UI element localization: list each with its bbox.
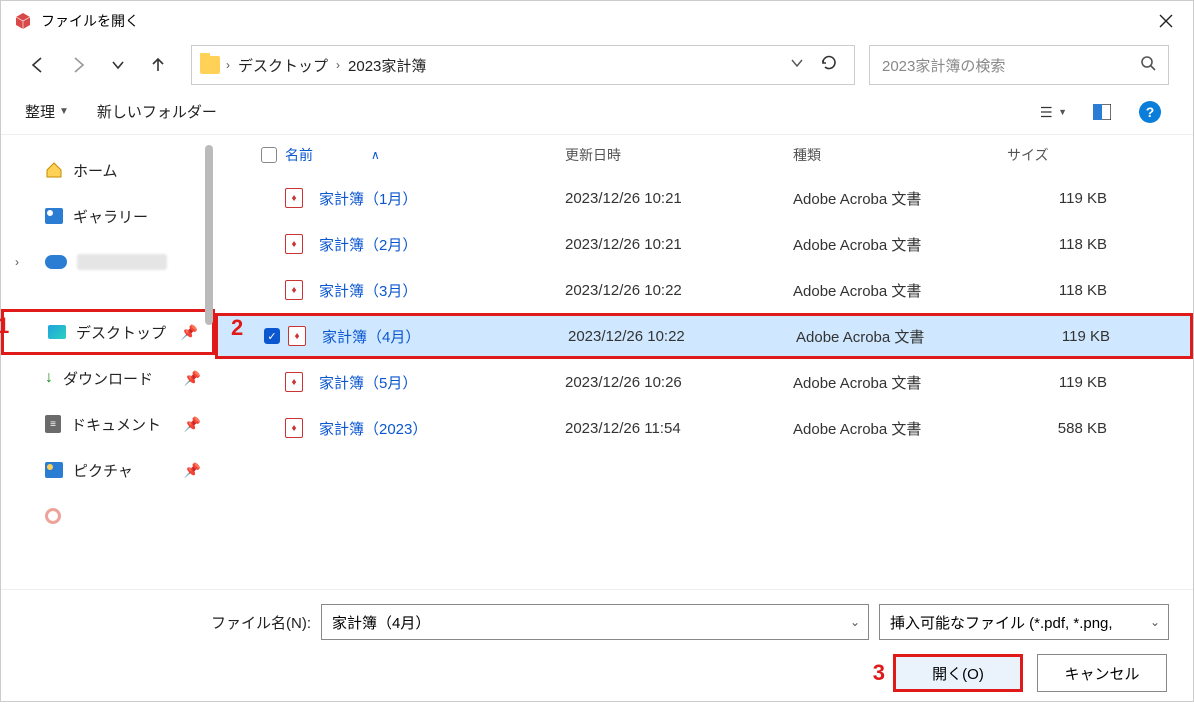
file-row[interactable]: ✓ ♦家計簿（4月） 2023/12/26 10:22 Adobe Acroba… xyxy=(215,313,1193,359)
sidebar-item-pictures[interactable]: ピクチャ 📌 xyxy=(1,447,215,493)
sidebar: ホーム ギャラリー › 1 デスクトップ 📌 ↓ ダウンロード 📌 xyxy=(1,135,215,589)
chevron-down-icon[interactable]: ⌄ xyxy=(1150,615,1160,629)
filetype-select[interactable]: 挿入可能なファイル (*.pdf, *.png, ⌄ xyxy=(879,604,1169,640)
annotation-2: 2 xyxy=(231,315,243,341)
music-icon xyxy=(45,508,61,524)
row-checkbox[interactable]: ✓ xyxy=(264,328,280,344)
filename-input[interactable]: 家計簿（4月） ⌄ xyxy=(321,604,869,640)
titlebar: ファイルを開く xyxy=(1,1,1193,41)
breadcrumb-item[interactable]: 2023家計簿 xyxy=(346,51,428,80)
toolbar: 整理▼ 新しいフォルダー ▼ ? xyxy=(1,89,1193,135)
pin-icon: 📌 xyxy=(184,370,201,387)
search-placeholder: 2023家計簿の検索 xyxy=(882,55,1005,76)
gallery-icon xyxy=(45,208,63,224)
help-button[interactable]: ? xyxy=(1137,99,1163,125)
new-folder-button[interactable]: 新しいフォルダー xyxy=(97,101,217,122)
close-button[interactable] xyxy=(1143,5,1189,37)
back-button[interactable] xyxy=(25,52,51,78)
sidebar-item-music[interactable] xyxy=(1,493,215,539)
filename-label: ファイル名(N): xyxy=(211,612,311,633)
preview-pane-button[interactable] xyxy=(1089,99,1115,125)
home-icon xyxy=(45,162,63,178)
sidebar-label: ギャラリー xyxy=(73,206,148,227)
pdf-icon: ♦ xyxy=(285,234,303,254)
folder-icon xyxy=(200,56,220,74)
dialog-title: ファイルを開く xyxy=(41,11,1181,31)
sidebar-label: ダウンロード xyxy=(63,368,153,389)
file-row[interactable]: ♦家計簿（5月） 2023/12/26 10:26 Adobe Acroba 文… xyxy=(215,359,1193,405)
file-row[interactable]: ♦家計簿（1月） 2023/12/26 10:21 Adobe Acroba 文… xyxy=(215,175,1193,221)
column-name[interactable]: 名前∧ xyxy=(285,145,565,165)
organize-button[interactable]: 整理▼ xyxy=(25,101,69,122)
sidebar-item-home[interactable]: ホーム xyxy=(1,147,215,193)
chevron-down-icon[interactable] xyxy=(790,56,804,75)
column-type[interactable]: 種類 xyxy=(793,145,1007,165)
file-row[interactable]: ♦家計簿（2023） 2023/12/26 11:54 Adobe Acroba… xyxy=(215,405,1193,451)
pictures-icon xyxy=(45,462,63,478)
file-row[interactable]: ♦家計簿（2月） 2023/12/26 10:21 Adobe Acroba 文… xyxy=(215,221,1193,267)
search-input[interactable]: 2023家計簿の検索 xyxy=(869,45,1169,85)
sidebar-item-desktop[interactable]: デスクトップ 📌 xyxy=(1,309,215,355)
forward-button[interactable] xyxy=(65,52,91,78)
nav-row: › デスクトップ › 2023家計簿 2023家計簿の検索 xyxy=(1,41,1193,89)
sidebar-label: ドキュメント xyxy=(71,414,161,435)
select-all-checkbox[interactable] xyxy=(261,147,277,163)
column-headers: 名前∧ 更新日時 種類 サイズ xyxy=(215,135,1193,175)
sidebar-label-redacted xyxy=(77,254,167,270)
cloud-icon xyxy=(45,255,67,269)
refresh-icon[interactable] xyxy=(820,54,838,77)
main-area: ホーム ギャラリー › 1 デスクトップ 📌 ↓ ダウンロード 📌 xyxy=(1,135,1193,589)
address-bar[interactable]: › デスクトップ › 2023家計簿 xyxy=(191,45,855,85)
up-button[interactable] xyxy=(145,52,171,78)
sidebar-item-onedrive[interactable]: › xyxy=(1,239,215,285)
pdf-icon: ♦ xyxy=(285,372,303,392)
pdf-icon: ♦ xyxy=(285,418,303,438)
search-icon xyxy=(1140,55,1156,75)
pdf-icon: ♦ xyxy=(285,188,303,208)
open-button[interactable]: 開く(O) xyxy=(893,654,1023,692)
pin-icon: 📌 xyxy=(184,462,201,479)
file-pane: 名前∧ 更新日時 種類 サイズ ♦家計簿（1月） 2023/12/26 10:2… xyxy=(215,135,1193,589)
sidebar-label: デスクトップ xyxy=(76,322,166,343)
chevron-down-icon[interactable]: ⌄ xyxy=(850,615,860,629)
chevron-right-icon: › xyxy=(336,58,340,72)
chevron-right-icon: › xyxy=(15,255,19,269)
bottom-panel: ファイル名(N): 家計簿（4月） ⌄ 挿入可能なファイル (*.pdf, *.… xyxy=(1,589,1193,701)
sidebar-item-gallery[interactable]: ギャラリー xyxy=(1,193,215,239)
breadcrumb-item[interactable]: デスクトップ xyxy=(236,51,330,80)
sidebar-label: ピクチャ xyxy=(73,460,133,481)
recent-dropdown[interactable] xyxy=(105,52,131,78)
app-icon xyxy=(13,11,33,31)
annotation-3: 3 xyxy=(873,660,885,686)
sidebar-item-documents[interactable]: ドキュメント 📌 xyxy=(1,401,215,447)
sort-arrow-icon: ∧ xyxy=(371,148,380,162)
document-icon xyxy=(45,415,61,433)
file-row[interactable]: ♦家計簿（3月） 2023/12/26 10:22 Adobe Acroba 文… xyxy=(215,267,1193,313)
annotation-1: 1 xyxy=(0,313,9,339)
chevron-right-icon: › xyxy=(226,58,230,72)
pdf-icon: ♦ xyxy=(288,326,306,346)
column-size[interactable]: サイズ xyxy=(1007,145,1137,165)
pin-icon: 📌 xyxy=(184,416,201,433)
download-icon: ↓ xyxy=(45,369,53,387)
column-date[interactable]: 更新日時 xyxy=(565,145,793,165)
cancel-button[interactable]: キャンセル xyxy=(1037,654,1167,692)
pdf-icon: ♦ xyxy=(285,280,303,300)
pin-icon: 📌 xyxy=(181,324,198,341)
sidebar-label: ホーム xyxy=(73,160,118,181)
sidebar-item-downloads[interactable]: ↓ ダウンロード 📌 xyxy=(1,355,215,401)
desktop-icon xyxy=(48,325,66,339)
view-mode-button[interactable]: ▼ xyxy=(1041,99,1067,125)
